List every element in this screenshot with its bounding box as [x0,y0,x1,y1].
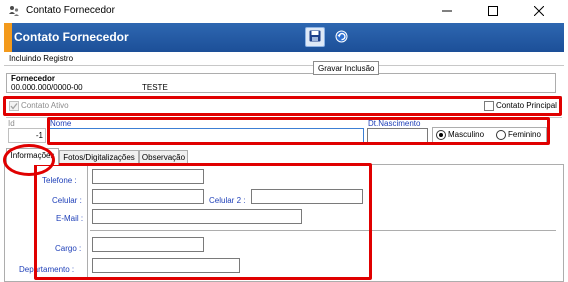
annotation-oval-tab [3,144,55,176]
contacts-app-icon [8,5,20,17]
fornecedor-name: TESTE [142,83,168,92]
form-title: Contato Fornecedor [14,30,129,44]
id-field: -1 [8,128,46,143]
tab-fotos-digitalizacoes[interactable]: Fotos/Digitalizações [59,150,139,164]
undo-button[interactable] [331,27,351,47]
annotation-box-contact [47,117,550,145]
annotation-box-flags [3,96,562,116]
save-button[interactable] [305,27,325,47]
status-strip [4,52,564,66]
tab-observacao[interactable]: Observação [139,150,188,164]
fornecedor-panel [6,73,556,93]
undo-icon [335,30,348,45]
save-tooltip: Gravar Inclusão [313,61,380,75]
fornecedor-code: 00.000.000/0000-00 [11,83,83,92]
window-title: Contato Fornecedor [26,5,115,16]
close-button[interactable] [516,0,562,22]
header-accent-bar [4,23,12,52]
minimize-button[interactable] [424,0,470,22]
fornecedor-label: Fornecedor [11,74,56,83]
annotation-box-info [34,163,372,280]
status-text: Incluindo Registro [9,54,74,63]
save-disk-icon [309,30,321,44]
maximize-button[interactable] [470,0,516,22]
